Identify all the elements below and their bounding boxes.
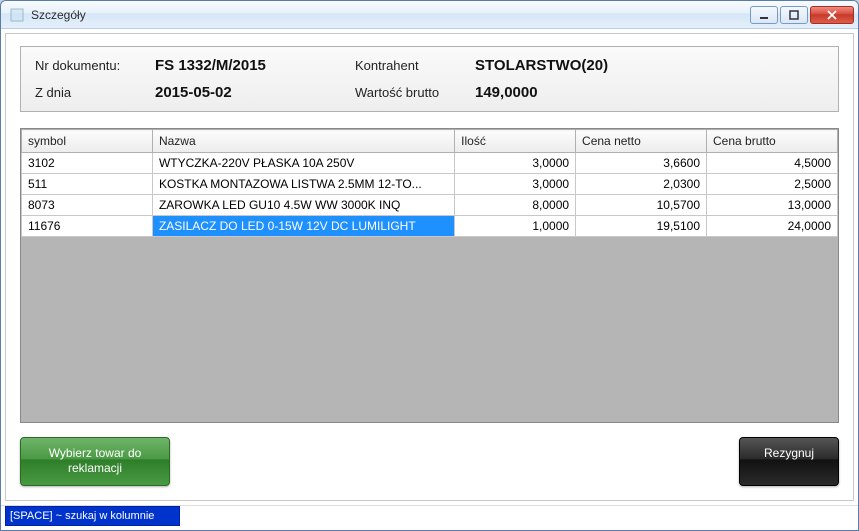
col-qty[interactable]: Ilość	[455, 130, 576, 153]
window-buttons	[750, 6, 854, 24]
close-button[interactable]	[810, 6, 854, 24]
cell-qty: 3,0000	[455, 174, 576, 195]
cell-qty: 8,0000	[455, 195, 576, 216]
col-symbol[interactable]: symbol	[22, 130, 153, 153]
col-net[interactable]: Cena netto	[576, 130, 707, 153]
table-row[interactable]: 3102WTYCZKA-220V PŁASKA 10A 250V3,00003,…	[22, 153, 838, 174]
cell-qty: 3,0000	[455, 153, 576, 174]
col-name[interactable]: Nazwa	[152, 130, 454, 153]
cell-qty: 1,0000	[455, 216, 576, 237]
close-icon	[826, 10, 838, 20]
button-row: Wybierz towar do reklamacji Rezygnuj	[20, 423, 839, 494]
maximize-icon	[789, 10, 799, 20]
table-row[interactable]: 511KOSTKA MONTAZOWA LISTWA 2.5MM 12-TO..…	[22, 174, 838, 195]
cell-symbol: 8073	[22, 195, 153, 216]
window: Szczegóły Nr dokumentu: FS 1332/M/2015 K…	[0, 0, 859, 531]
select-item-button[interactable]: Wybierz towar do reklamacji	[20, 437, 170, 486]
window-title: Szczegóły	[31, 8, 750, 22]
content-area: Nr dokumentu: FS 1332/M/2015 Kontrahent …	[5, 33, 854, 501]
titlebar[interactable]: Szczegóły	[1, 1, 858, 29]
items-table: symbol Nazwa Ilość Cena netto Cena brutt…	[21, 129, 838, 237]
cell-net: 19,5100	[576, 216, 707, 237]
gross-value-label: Wartość brutto	[355, 85, 475, 100]
maximize-button[interactable]	[780, 6, 808, 24]
cell-net: 2,0300	[576, 174, 707, 195]
cell-gross: 24,0000	[707, 216, 838, 237]
cell-gross: 4,5000	[707, 153, 838, 174]
cell-name: ZAROWKA LED GU10 4.5W WW 3000K INQ	[152, 195, 454, 216]
table-header-row: symbol Nazwa Ilość Cena netto Cena brutt…	[22, 130, 838, 153]
minimize-icon	[759, 10, 769, 20]
doc-number-value: FS 1332/M/2015	[155, 57, 355, 74]
minimize-button[interactable]	[750, 6, 778, 24]
cell-name: KOSTKA MONTAZOWA LISTWA 2.5MM 12-TO...	[152, 174, 454, 195]
gross-value: 149,0000	[475, 84, 675, 101]
statusbar-wrap: [SPACE] ~ szukaj w kolumnie	[1, 505, 858, 530]
table-row[interactable]: 8073ZAROWKA LED GU10 4.5W WW 3000K INQ8,…	[22, 195, 838, 216]
date-label: Z dnia	[35, 85, 155, 100]
contractor-value: STOLARSTWO(20)	[475, 57, 675, 74]
col-gross[interactable]: Cena brutto	[707, 130, 838, 153]
cell-net: 3,6600	[576, 153, 707, 174]
items-grid[interactable]: symbol Nazwa Ilość Cena netto Cena brutt…	[20, 128, 839, 423]
document-header: Nr dokumentu: FS 1332/M/2015 Kontrahent …	[20, 46, 839, 112]
cell-symbol: 511	[22, 174, 153, 195]
date-value: 2015-05-02	[155, 84, 355, 101]
cell-gross: 13,0000	[707, 195, 838, 216]
cell-symbol: 3102	[22, 153, 153, 174]
cell-net: 10,5700	[576, 195, 707, 216]
cell-symbol: 11676	[22, 216, 153, 237]
app-icon	[9, 7, 25, 23]
statusbar-hint: [SPACE] ~ szukaj w kolumnie	[5, 506, 180, 526]
cell-name: ZASILACZ DO LED 0-15W 12V DC LUMILIGHT	[152, 216, 454, 237]
contractor-label: Kontrahent	[355, 58, 475, 73]
cell-gross: 2,5000	[707, 174, 838, 195]
doc-number-label: Nr dokumentu:	[35, 58, 155, 73]
cancel-button[interactable]: Rezygnuj	[739, 437, 839, 486]
table-row[interactable]: 11676ZASILACZ DO LED 0-15W 12V DC LUMILI…	[22, 216, 838, 237]
cell-name: WTYCZKA-220V PŁASKA 10A 250V	[152, 153, 454, 174]
